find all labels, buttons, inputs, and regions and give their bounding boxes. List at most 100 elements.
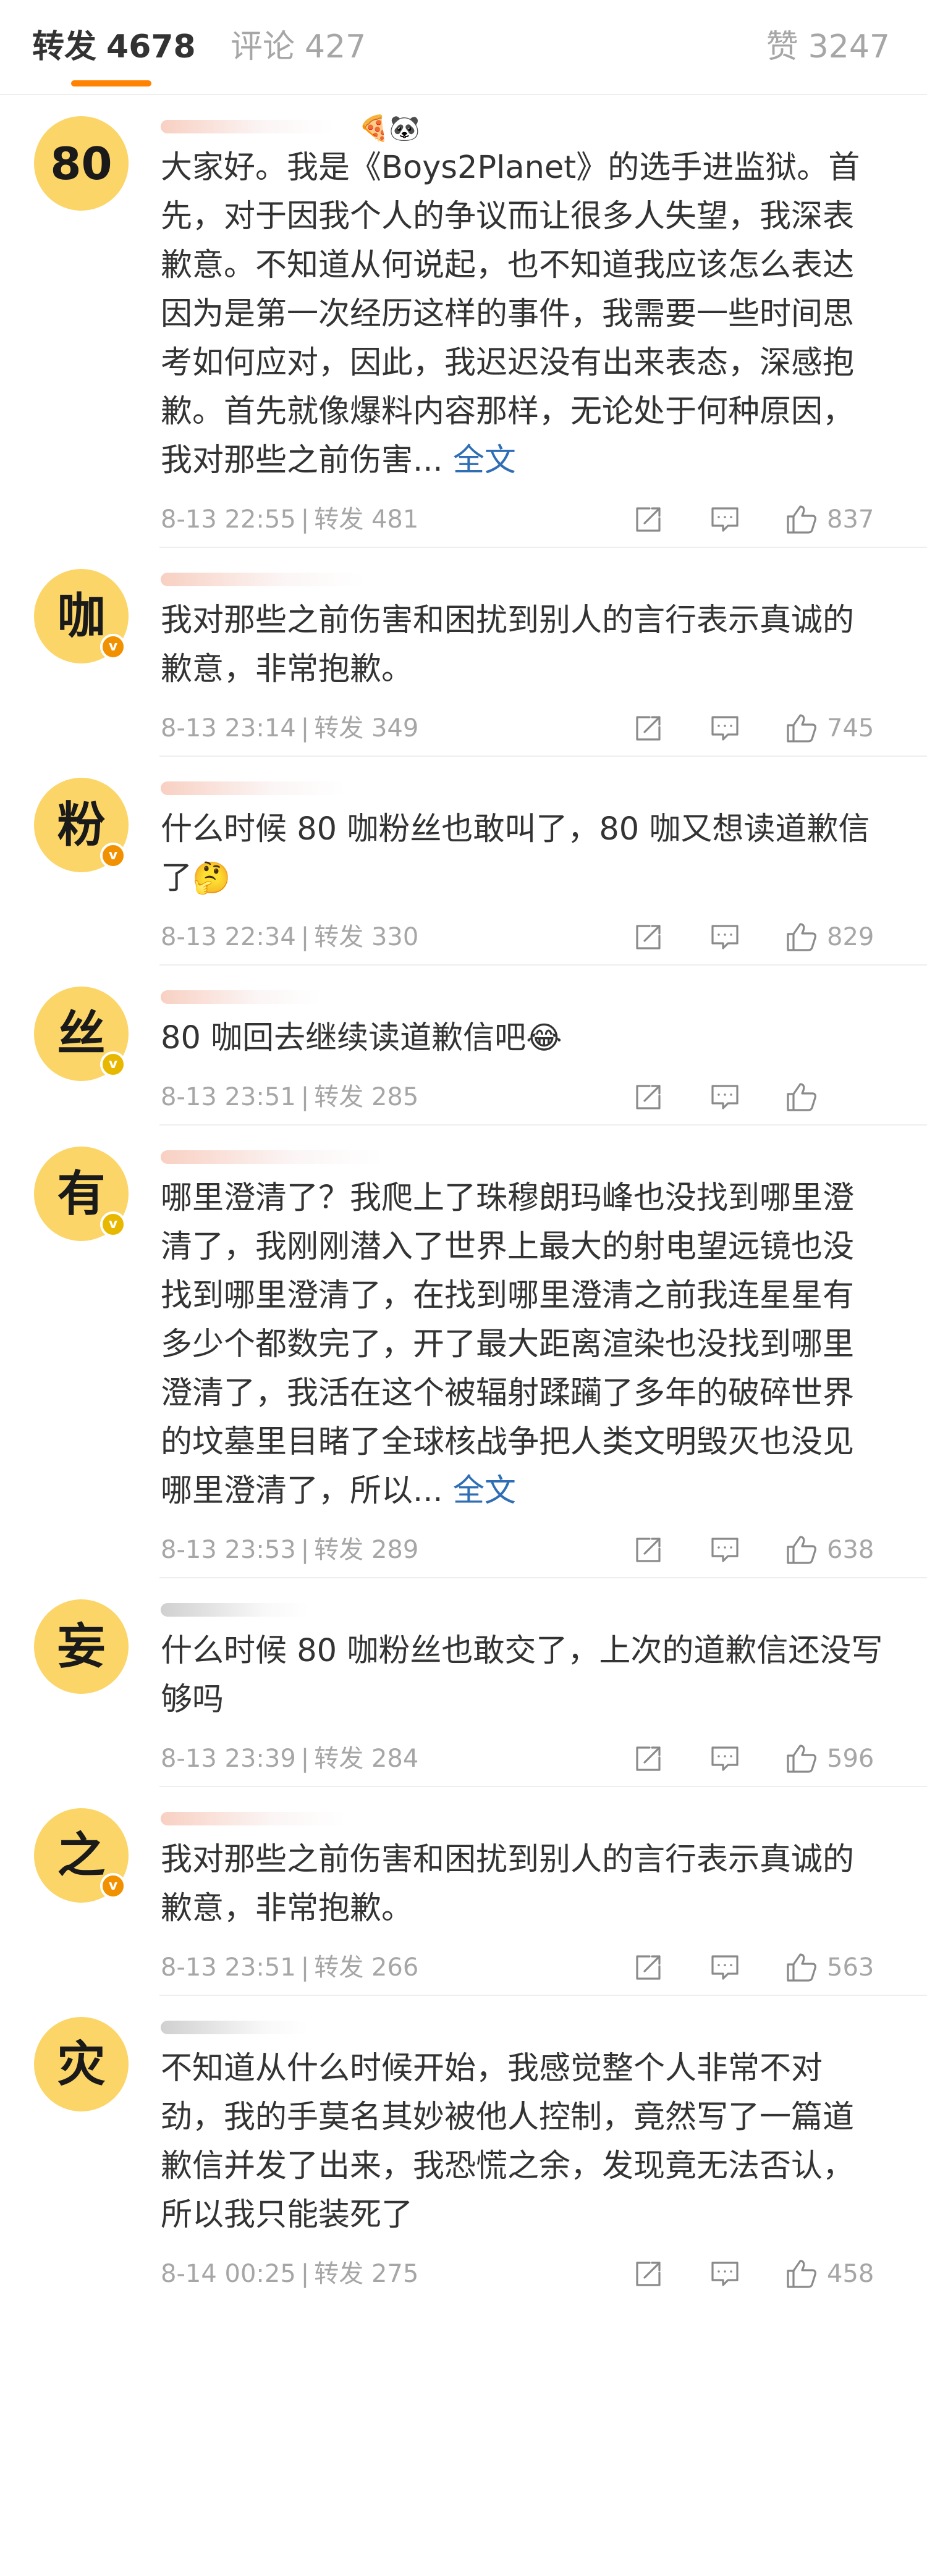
username[interactable]	[161, 775, 884, 805]
comment-icon[interactable]	[708, 920, 742, 954]
meta-separator: |	[300, 923, 310, 951]
repost-meta: 8-13 22:34 | 转发 330 829	[161, 909, 884, 966]
repost-content: 我对那些之前伤害和困扰到别人的言行表示真诚的歉意，非常抱歉。 8-13 23:5…	[161, 1787, 927, 1996]
verified-badge-icon: v	[100, 1051, 126, 1077]
like-count: 596	[827, 1745, 874, 1773]
avatar[interactable]: 有 v	[34, 1147, 129, 1241]
share-icon[interactable]	[632, 1742, 665, 1775]
timestamp: 8-13 23:53	[161, 1536, 296, 1564]
avatar[interactable]: 灾	[34, 2017, 129, 2111]
username[interactable]: 🍕🐼	[161, 114, 884, 143]
avatar-text: 丝	[57, 1006, 106, 1062]
repost-body: 什么时候 80 咖粉丝也敢叫了，80 咖又想读道歉信了	[161, 811, 870, 896]
comment-icon[interactable]	[708, 2257, 742, 2291]
tab-bar: 转发 4678 评论 427 赞 3247	[0, 0, 927, 93]
avatar[interactable]: 妄	[34, 1599, 129, 1694]
like-icon[interactable]	[785, 712, 818, 745]
avatar[interactable]: 粉 v	[34, 778, 129, 872]
action-bar: 837	[632, 501, 884, 538]
like-count: 563	[827, 1953, 874, 1982]
comment-icon[interactable]	[708, 1951, 742, 1984]
repost-item: 有 v 哪里澄清了？我爬上了珠穆朗玛峰也没找到哪里澄清了，我刚刚潜入了世界上最大…	[0, 1126, 927, 1578]
action-bar: 563	[632, 1949, 884, 1986]
full-text-link[interactable]: 全文	[453, 442, 516, 479]
meta-separator: |	[300, 505, 310, 534]
share-icon[interactable]	[632, 2257, 665, 2291]
avatar-text: 粉	[57, 797, 106, 853]
tab-comments[interactable]: 评论 427	[231, 25, 366, 69]
share-icon[interactable]	[632, 920, 665, 954]
repost-label: 转发	[314, 1953, 364, 1982]
username-icons: 🍕🐼	[358, 114, 420, 143]
like-icon[interactable]	[785, 503, 818, 536]
repost-body: 不知道从什么时候开始，我感觉整个人非常不对劲，我的手莫名其妙被他人控制，竟然写了…	[161, 2050, 855, 2233]
like-icon[interactable]	[785, 1533, 818, 1567]
repost-count: 266	[371, 1953, 419, 1982]
username-blurred	[161, 781, 346, 795]
like-icon[interactable]	[785, 1742, 818, 1775]
action-bar: 745	[632, 710, 884, 747]
repost-count: 481	[371, 505, 419, 534]
verified-badge-icon: v	[100, 1873, 126, 1899]
username-blurred	[161, 1812, 346, 1825]
repost-label: 转发	[314, 1083, 364, 1111]
username[interactable]	[161, 566, 884, 596]
repost-item: 妄 什么时候 80 咖粉丝也敢交了，上次的道歉信还没写够吗 8-13 23:39…	[0, 1578, 927, 1787]
active-tab-indicator	[71, 80, 151, 86]
action-bar: 638	[632, 1531, 884, 1568]
avatar[interactable]: 咖 v	[34, 569, 129, 663]
repost-content: 我对那些之前伤害和困扰到别人的言行表示真诚的歉意，非常抱歉。 8-13 23:1…	[161, 548, 927, 757]
like-icon[interactable]	[785, 1951, 818, 1984]
full-text-link[interactable]: 全文	[453, 1473, 516, 1509]
like-count: 458	[827, 2260, 874, 2288]
username[interactable]	[161, 1144, 884, 1174]
share-icon[interactable]	[632, 1080, 665, 1114]
meta-separator: |	[300, 1536, 310, 1564]
repost-count: 330	[371, 923, 419, 951]
repost-text: 我对那些之前伤害和困扰到别人的言行表示真诚的歉意，非常抱歉。	[161, 596, 884, 694]
comment-icon[interactable]	[708, 1742, 742, 1775]
avatar-text: 80	[50, 137, 112, 190]
repost-item: 粉 v 什么时候 80 咖粉丝也敢叫了，80 咖又想读道歉信了🤔 8-13 22…	[0, 757, 927, 966]
comment-icon[interactable]	[708, 712, 742, 745]
username-blurred	[161, 2021, 309, 2034]
like-icon[interactable]	[785, 920, 818, 954]
tab-likes-count: 3247	[808, 28, 890, 65]
share-icon[interactable]	[632, 712, 665, 745]
like-icon[interactable]	[785, 1080, 818, 1114]
username[interactable]	[161, 2014, 884, 2044]
meta-separator: |	[300, 1953, 310, 1982]
comment-icon[interactable]	[708, 1080, 742, 1114]
repost-item: 灾 不知道从什么时候开始，我感觉整个人非常不对劲，我的手莫名其妙被他人控制，竟然…	[0, 1996, 927, 2302]
timestamp: 8-13 22:55	[161, 505, 296, 534]
username-blurred	[161, 120, 334, 133]
comment-icon[interactable]	[708, 1533, 742, 1567]
avatar[interactable]: 丝 v	[34, 987, 129, 1081]
verified-badge-icon: v	[100, 1211, 126, 1237]
repost-label: 转发	[314, 2260, 364, 2288]
action-bar: 596	[632, 1740, 884, 1777]
repost-body: 我对那些之前伤害和困扰到别人的言行表示真诚的歉意，非常抱歉。	[161, 602, 855, 688]
repost-meta: 8-13 23:51 | 转发 266 563	[161, 1939, 884, 1996]
avatar[interactable]: 之 v	[34, 1808, 129, 1903]
repost-text: 80 咖回去继续读道歉信吧😂	[161, 1014, 884, 1063]
share-icon[interactable]	[632, 503, 665, 536]
comment-icon[interactable]	[708, 503, 742, 536]
share-icon[interactable]	[632, 1951, 665, 1984]
tab-likes[interactable]: 赞 3247	[766, 25, 890, 69]
tab-reposts-count: 4678	[106, 28, 196, 65]
like-count: 745	[827, 714, 874, 743]
username[interactable]	[161, 1597, 884, 1627]
tab-reposts[interactable]: 转发 4678	[32, 25, 196, 69]
repost-count: 284	[371, 1745, 419, 1773]
username[interactable]	[161, 1806, 884, 1835]
tab-comments-count: 427	[305, 28, 366, 65]
like-icon[interactable]	[785, 2257, 818, 2291]
repost-meta: 8-13 22:55 | 转发 481 837	[161, 491, 884, 548]
avatar[interactable]: 80	[34, 116, 129, 211]
share-icon[interactable]	[632, 1533, 665, 1567]
repost-text: 什么时候 80 咖粉丝也敢叫了，80 咖又想读道歉信了🤔	[161, 805, 884, 903]
username[interactable]	[161, 984, 884, 1014]
repost-content: 什么时候 80 咖粉丝也敢交了，上次的道歉信还没写够吗 8-13 23:39 | 转…	[161, 1578, 927, 1787]
tab-reposts-label: 转发	[32, 28, 97, 65]
